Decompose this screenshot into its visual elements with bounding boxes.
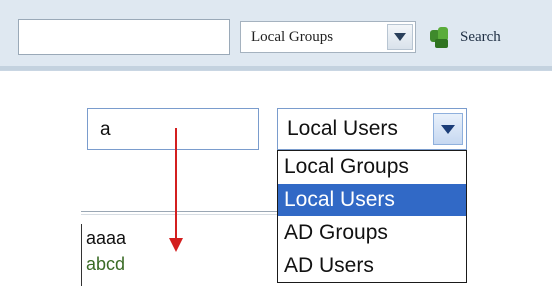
dropdown-option-local-groups[interactable]: Local Groups bbox=[278, 151, 466, 183]
chevron-down-icon bbox=[441, 125, 455, 134]
dropdown-option-ad-groups[interactable]: AD Groups bbox=[278, 217, 466, 249]
demo-text-input[interactable]: a bbox=[87, 108, 259, 150]
demo-type-dropdown: Local Groups Local Users AD Groups AD Us… bbox=[277, 150, 467, 283]
dropdown-option-ad-users[interactable]: AD Users bbox=[278, 250, 466, 282]
annotation-arrow-head-icon bbox=[169, 238, 183, 252]
suggestion-divider-shadow bbox=[81, 214, 277, 215]
suggestion-list: aaaa abcd bbox=[81, 224, 277, 286]
demo-text-input-value: a bbox=[100, 119, 111, 140]
annotation-arrow-line bbox=[175, 128, 177, 240]
search-people-icon bbox=[428, 24, 454, 50]
suggestion-divider bbox=[81, 211, 277, 212]
demo-type-select-button[interactable] bbox=[433, 113, 463, 145]
toolbar-search-input[interactable] bbox=[18, 19, 230, 55]
suggestion-item[interactable]: aaaa bbox=[86, 228, 126, 249]
chevron-down-icon bbox=[394, 33, 406, 41]
toolbar-search-label: Search bbox=[460, 28, 501, 45]
demo-type-select-value: Local Users bbox=[287, 117, 398, 140]
demo-type-select[interactable]: Local Users bbox=[277, 108, 467, 150]
suggestion-item[interactable]: abcd bbox=[86, 254, 125, 275]
toolbar-type-select-button[interactable] bbox=[387, 24, 413, 50]
dropdown-option-local-users[interactable]: Local Users bbox=[278, 184, 466, 216]
toolbar-type-select-value: Local Groups bbox=[251, 29, 334, 45]
toolbar-type-select[interactable]: Local Groups bbox=[240, 21, 416, 53]
toolbar-divider bbox=[0, 66, 552, 70]
toolbar-search-button[interactable]: Search bbox=[428, 22, 501, 52]
